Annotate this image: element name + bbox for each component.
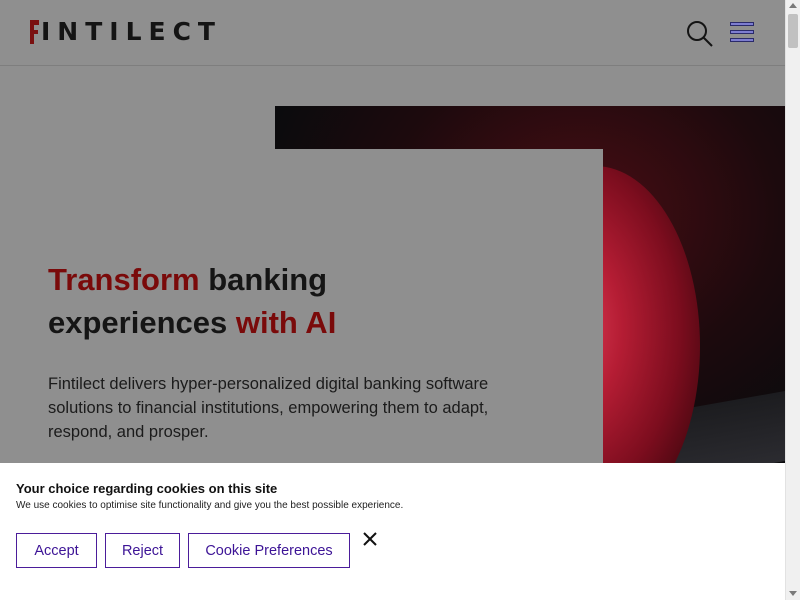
logo-text: INTILECT (41, 17, 222, 46)
hamburger-menu-button[interactable] (730, 22, 756, 46)
hero-card: Transform banking experiences with AI Fi… (0, 149, 603, 479)
hamburger-menu-icon (730, 22, 754, 26)
page: INTILECT Transform banking experiences w… (0, 0, 785, 600)
vertical-scrollbar[interactable] (785, 0, 800, 600)
cookie-banner-title: Your choice regarding cookies on this si… (16, 481, 278, 496)
scrollbar-thumb[interactable] (788, 14, 798, 48)
reject-cookies-button[interactable]: Reject (105, 533, 180, 568)
close-icon (363, 532, 377, 546)
search-button[interactable] (686, 20, 714, 48)
cookie-banner: Your choice regarding cookies on this si… (0, 463, 785, 600)
scroll-up-arrow-icon[interactable] (789, 3, 797, 8)
search-icon (687, 21, 713, 47)
accept-cookies-button[interactable]: Accept (16, 533, 97, 568)
logo-mark-icon (30, 20, 39, 44)
cookie-preferences-button[interactable]: Cookie Preferences (188, 533, 350, 568)
logo[interactable]: INTILECT (30, 19, 222, 45)
hero-description: Fintilect delivers hyper-personalized di… (48, 375, 489, 441)
site-header: INTILECT (0, 0, 785, 66)
scroll-down-arrow-icon[interactable] (789, 591, 797, 596)
close-cookie-banner-button[interactable] (361, 530, 379, 548)
cookie-banner-text: We use cookies to optimise site function… (16, 500, 404, 511)
hero-headline: Transform banking experiences with AI (48, 262, 337, 340)
